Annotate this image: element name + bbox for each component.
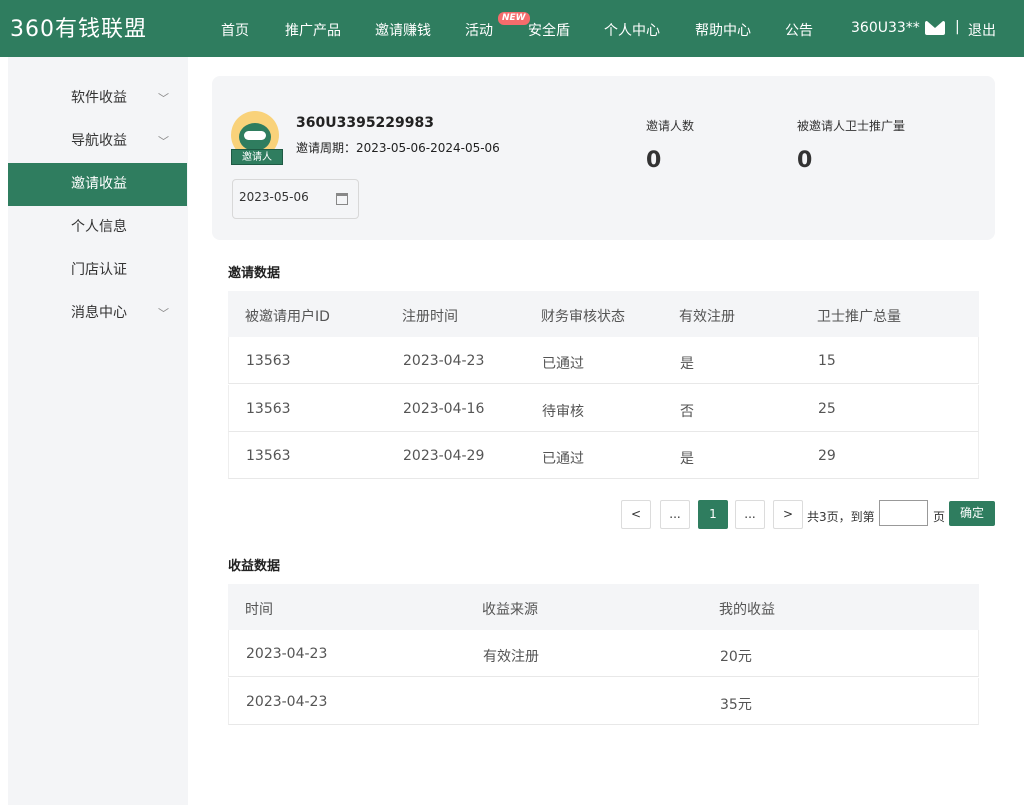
income-data-title: 收益数据 <box>228 559 281 574</box>
new-badge: NEW <box>498 12 530 25</box>
table-cell: 13563 <box>246 353 291 369</box>
table-cell: 25 <box>818 401 836 417</box>
invitee-promo-value: 0 <box>797 148 813 173</box>
table-cell: 2023-04-29 <box>403 448 485 464</box>
table-row: 2023-04-23 有效注册 20元 <box>228 630 979 677</box>
nav-personal-center[interactable]: 个人中心 <box>604 20 660 40</box>
sidebar-item-store-verification[interactable]: 门店认证 <box>8 249 187 292</box>
table-cell: 2023-04-16 <box>403 401 485 417</box>
sidebar: 软件收益 ﹀ 导航收益 ﹀ 邀请收益 个人信息 门店认证 消息中心 ﹀ <box>8 57 188 805</box>
page-unit-text: 页 <box>933 510 946 524</box>
sidebar-item-label: 软件收益 <box>71 90 127 106</box>
logout-link[interactable]: 退出 <box>968 20 996 40</box>
table-cell: 15 <box>818 353 836 369</box>
table-cell: 已通过 <box>542 451 584 467</box>
chevron-down-icon: ﹀ <box>158 135 169 148</box>
table-row: 13563 2023-04-29 已通过 是 29 <box>228 432 979 479</box>
nav-help-center[interactable]: 帮助中心 <box>695 20 751 40</box>
ellipsis-left-button[interactable]: ... <box>660 500 690 529</box>
nav-security[interactable]: 安全盾 <box>528 20 570 40</box>
table-cell: 否 <box>680 404 694 420</box>
table-cell: 是 <box>680 451 694 467</box>
nav-home[interactable]: 首页 <box>221 20 249 40</box>
table-row: 13563 2023-04-23 已通过 是 15 <box>228 337 979 384</box>
column-header: 被邀请用户ID <box>245 309 330 325</box>
table-cell: 2023-04-23 <box>403 353 485 369</box>
sidebar-item-software-income[interactable]: 软件收益 ﹀ <box>8 77 187 120</box>
username[interactable]: 360U33** <box>851 20 920 36</box>
date-input[interactable] <box>239 190 329 204</box>
table-cell: 待审核 <box>542 404 584 420</box>
sidebar-item-label: 门店认证 <box>71 262 127 278</box>
separator: | <box>955 19 960 35</box>
nav-activity[interactable]: 活动 <box>465 20 493 40</box>
chevron-down-icon: ﹀ <box>158 92 169 105</box>
next-page-button[interactable]: > <box>773 500 803 529</box>
table-cell: 2023-04-23 <box>246 646 328 662</box>
column-header: 时间 <box>245 602 273 618</box>
page-1-button[interactable]: 1 <box>698 500 728 529</box>
table-cell: 29 <box>818 448 836 464</box>
page-jump-input[interactable] <box>879 500 928 526</box>
user-id: 360U3395229983 <box>296 115 435 131</box>
mail-icon[interactable] <box>925 21 945 35</box>
column-header: 注册时间 <box>402 309 458 325</box>
invite-data-title: 邀请数据 <box>228 266 281 281</box>
invite-count-value: 0 <box>646 148 662 173</box>
total-pages-text: 共3页，到第 <box>807 510 875 524</box>
inviter-tag: 邀请人 <box>231 149 283 165</box>
chevron-down-icon: ﹀ <box>158 307 169 320</box>
column-header: 卫士推广总量 <box>817 309 901 325</box>
table-cell: 35元 <box>720 697 752 713</box>
nav-products[interactable]: 推广产品 <box>285 20 341 40</box>
table-header: 被邀请用户ID 注册时间 财务审核状态 有效注册 卫士推广总量 <box>228 291 979 337</box>
table-cell: 已通过 <box>542 356 584 372</box>
table-cell: 是 <box>680 356 694 372</box>
prev-page-button[interactable]: < <box>621 500 651 529</box>
table-row: 2023-04-23 35元 <box>228 678 979 725</box>
sidebar-item-navigation-income[interactable]: 导航收益 ﹀ <box>8 120 187 163</box>
table-cell: 13563 <box>246 448 291 464</box>
column-header: 收益来源 <box>482 602 538 618</box>
table-row: 13563 2023-04-16 待审核 否 25 <box>228 385 979 432</box>
site-logo[interactable]: 360有钱联盟 <box>10 11 147 43</box>
confirm-button[interactable]: 确定 <box>949 501 995 526</box>
table-cell: 20元 <box>720 649 752 665</box>
sidebar-item-personal-info[interactable]: 个人信息 <box>8 206 187 249</box>
date-picker[interactable] <box>232 179 359 219</box>
sidebar-item-label: 邀请收益 <box>71 176 127 192</box>
invitee-promo-label: 被邀请人卫士推广量 <box>797 119 906 133</box>
sidebar-item-label: 导航收益 <box>71 133 127 149</box>
column-header: 我的收益 <box>719 602 775 618</box>
sidebar-item-invite-income[interactable]: 邀请收益 <box>8 163 187 206</box>
avatar-eyes <box>244 131 266 140</box>
sidebar-item-label: 消息中心 <box>71 305 127 321</box>
column-header: 财务审核状态 <box>541 309 625 325</box>
top-navigation-bar: 360有钱联盟 首页 推广产品 邀请赚钱 活动 NEW 安全盾 个人中心 帮助中… <box>0 0 1024 57</box>
sidebar-item-message-center[interactable]: 消息中心 ﹀ <box>8 292 187 335</box>
table-cell: 2023-04-23 <box>246 694 328 710</box>
column-header: 有效注册 <box>679 309 735 325</box>
invite-count-label: 邀请人数 <box>646 119 695 133</box>
table-header: 时间 收益来源 我的收益 <box>228 584 979 630</box>
profile-card: 邀请人 360U3395229983 邀请周期：2023-05-06-2024-… <box>212 76 995 240</box>
nav-announcement[interactable]: 公告 <box>785 20 813 40</box>
sidebar-item-label: 个人信息 <box>71 219 127 235</box>
calendar-icon[interactable] <box>336 193 348 205</box>
invite-period: 邀请周期：2023-05-06-2024-05-06 <box>296 141 500 155</box>
invite-data-table: 被邀请用户ID 注册时间 财务审核状态 有效注册 卫士推广总量 13563 20… <box>228 291 979 479</box>
table-cell: 13563 <box>246 401 291 417</box>
ellipsis-right-button[interactable]: ... <box>735 500 765 529</box>
avatar: 邀请人 <box>231 111 283 167</box>
nav-invite[interactable]: 邀请赚钱 <box>375 20 431 40</box>
income-data-table: 时间 收益来源 我的收益 2023-04-23 有效注册 20元 2023-04… <box>228 584 979 725</box>
table-cell: 有效注册 <box>483 649 539 665</box>
